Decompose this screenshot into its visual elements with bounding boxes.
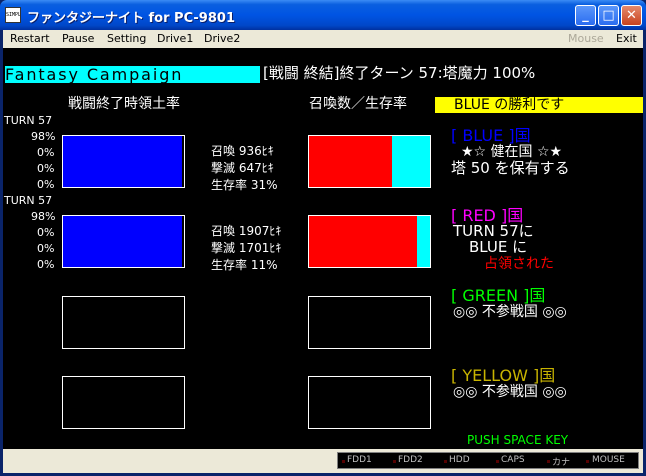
hdd-led-icon xyxy=(444,460,447,463)
territory-box xyxy=(62,376,185,429)
territory-pct-green: 0% xyxy=(37,162,55,175)
territory-fill-blue xyxy=(63,216,182,267)
menu-setting[interactable]: Setting xyxy=(107,32,146,45)
summon-count: 召喚 1907ﾋｷ xyxy=(211,224,282,238)
hdd-indicator: HDD xyxy=(449,455,470,465)
summon-survival-title: 召喚数／生存率 xyxy=(309,96,407,112)
menu-restart[interactable]: Restart xyxy=(10,32,50,45)
game-title-banner: Fantasy Campaign xyxy=(5,66,260,83)
territory-pct-yellow: 0% xyxy=(37,258,55,271)
summon-count: 召喚 936ﾋｷ xyxy=(211,144,274,158)
window-title: ファンタジーナイト for PC-9801 xyxy=(27,11,235,26)
app-window: SIMPLE ファンタジーナイト for PC-9801 _ □ ✕ Resta… xyxy=(0,0,646,476)
territory-pct-red: 0% xyxy=(37,226,55,239)
caps-indicator: CAPS xyxy=(501,455,525,465)
territory-pct-blue: 98% xyxy=(31,210,56,223)
nation-yellow-heading: [ YELLOW ]国 xyxy=(451,366,556,385)
kana-indicator: カナ xyxy=(552,458,571,468)
kana-led-icon xyxy=(547,460,550,463)
nation-green-heading: [ GREEN ]国 xyxy=(451,286,546,305)
survival-rate: 生存率 11% xyxy=(211,258,278,272)
nation-blue-status: ★☆ 健在国 ☆★ xyxy=(461,144,563,160)
menu-mouse[interactable]: Mouse xyxy=(568,32,604,45)
territory-box xyxy=(62,135,185,188)
mouse-indicator: MOUSE xyxy=(592,455,625,465)
survival-box xyxy=(308,215,431,268)
survival-box xyxy=(308,376,431,429)
survival-box xyxy=(308,296,431,349)
fdd2-indicator: FDD2 xyxy=(398,455,423,465)
menu-drive2[interactable]: Drive2 xyxy=(204,32,240,45)
territory-box xyxy=(62,296,185,349)
fdd2-led-icon xyxy=(393,460,396,463)
nation-blue-heading: [ BLUE ]国 xyxy=(451,126,531,145)
menu-bar: Restart Pause Setting Drive1 Drive2 Mous… xyxy=(3,30,643,48)
minimize-button[interactable]: _ xyxy=(575,5,596,26)
nation-red-result: 占領された xyxy=(484,256,554,272)
battle-status: [戦闘 終結]終了ターン 57:塔魔力 100% xyxy=(263,64,536,82)
emulator-screen[interactable]: Fantasy Campaign [戦闘 終結]終了ターン 57:塔魔力 100… xyxy=(3,48,643,449)
turn-label: TURN 57 xyxy=(4,194,53,207)
close-button[interactable]: ✕ xyxy=(621,5,642,26)
app-icon: SIMPLE xyxy=(5,7,21,23)
territory-pct-red: 0% xyxy=(37,146,55,159)
territory-fill-blue xyxy=(63,136,182,187)
territory-title: 戦闘終了時領土率 xyxy=(68,96,180,112)
nation-yellow-status: ◎◎ 不参戦国 ◎◎ xyxy=(453,384,567,400)
menu-pause[interactable]: Pause xyxy=(62,32,94,45)
kill-count: 撃滅 647ﾋｷ xyxy=(211,161,274,175)
territory-box xyxy=(62,215,185,268)
survival-rate: 生存率 31% xyxy=(211,178,278,192)
fdd1-led-icon xyxy=(342,460,345,463)
territory-pct-blue: 98% xyxy=(31,130,56,143)
territory-pct-yellow: 0% xyxy=(37,178,55,191)
nation-red-occupier: BLUE に xyxy=(469,238,528,256)
push-space-prompt: PUSH SPACE KEY xyxy=(467,433,569,447)
title-bar[interactable]: SIMPLE ファンタジーナイト for PC-9801 _ □ ✕ xyxy=(0,0,646,30)
nation-green-status: ◎◎ 不参戦国 ◎◎ xyxy=(453,304,567,320)
caps-led-icon xyxy=(496,460,499,463)
territory-pct-green: 0% xyxy=(37,242,55,255)
winner-banner: BLUE の勝利です xyxy=(435,97,643,113)
nation-red-turn: TURN 57に xyxy=(453,222,534,240)
fdd1-indicator: FDD1 xyxy=(347,455,372,465)
turn-label: TURN 57 xyxy=(4,114,53,127)
mouse-led-icon xyxy=(586,460,589,463)
status-bar: FDD1 FDD2 HDD CAPS カナ MOUSE xyxy=(3,449,643,473)
menu-drive1[interactable]: Drive1 xyxy=(157,32,193,45)
maximize-button[interactable]: □ xyxy=(598,5,619,26)
menu-exit[interactable]: Exit xyxy=(616,32,637,45)
kill-count: 撃滅 1701ﾋｷ xyxy=(211,241,282,255)
casualty-fill xyxy=(309,216,417,267)
survival-box xyxy=(308,135,431,188)
casualty-fill xyxy=(309,136,393,187)
nation-blue-towers: 塔 50 を保有する xyxy=(451,159,570,177)
